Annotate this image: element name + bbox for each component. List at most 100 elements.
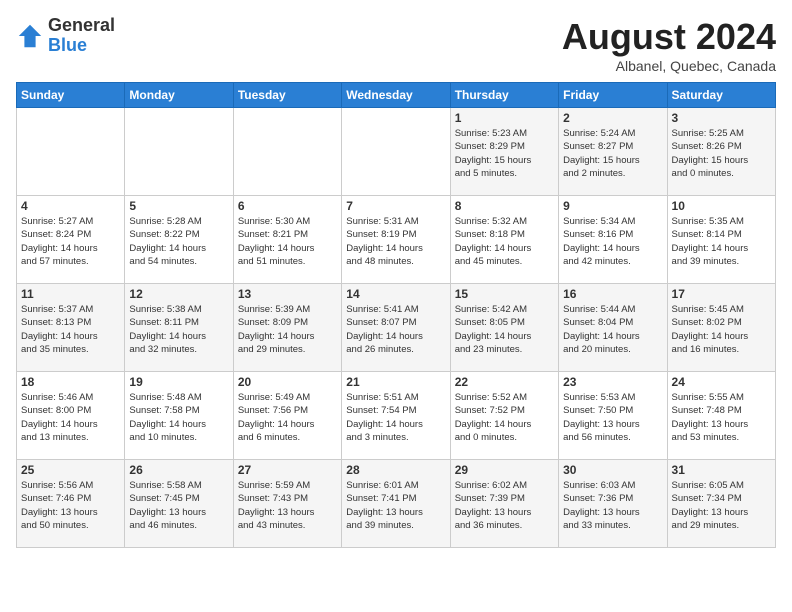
day-info: Sunrise: 6:03 AM Sunset: 7:36 PM Dayligh…	[563, 479, 662, 532]
day-number: 19	[129, 375, 228, 389]
calendar-cell: 16 Sunrise: 5:44 AM Sunset: 8:04 PM Dayli…	[559, 284, 667, 372]
day-info: Sunrise: 5:32 AM Sunset: 8:18 PM Dayligh…	[455, 215, 554, 268]
calendar-cell: 23Sunrise: 5:53 AM Sunset: 7:50 PM Dayli…	[559, 372, 667, 460]
day-info: Sunrise: 5:31 AM Sunset: 8:19 PM Dayligh…	[346, 215, 445, 268]
day-number: 22	[455, 375, 554, 389]
page-header: General Blue August 2024 Albanel, Quebec…	[16, 16, 776, 74]
day-info: Sunrise: 5:37 AM Sunset: 8:13 PM Dayligh…	[21, 303, 120, 356]
calendar-cell: 6 Sunrise: 5:30 AM Sunset: 8:21 PM Daylig…	[233, 196, 341, 284]
day-number: 3	[672, 111, 771, 125]
day-number: 5	[129, 199, 228, 213]
day-number: 27	[238, 463, 337, 477]
calendar-cell: 28 Sunrise: 6:01 AM Sunset: 7:41 PM Dayli…	[342, 460, 450, 548]
calendar-cell: 19Sunrise: 5:48 AM Sunset: 7:58 PM Dayli…	[125, 372, 233, 460]
day-info: Sunrise: 5:52 AM Sunset: 7:52 PM Dayligh…	[455, 391, 554, 444]
calendar-cell: 2Sunrise: 5:24 AM Sunset: 8:27 PM Daylig…	[559, 108, 667, 196]
day-number: 16	[563, 287, 662, 301]
day-info: Sunrise: 5:41 AM Sunset: 8:07 PM Dayligh…	[346, 303, 445, 356]
calendar-cell	[17, 108, 125, 196]
calendar-cell: 31 Sunrise: 6:05 AM Sunset: 7:34 PM Dayli…	[667, 460, 775, 548]
month-year: August 2024	[562, 16, 776, 58]
col-header-sunday: Sunday	[17, 83, 125, 108]
day-info: Sunrise: 5:58 AM Sunset: 7:45 PM Dayligh…	[129, 479, 228, 532]
calendar-cell: 10Sunrise: 5:35 AM Sunset: 8:14 PM Dayli…	[667, 196, 775, 284]
day-number: 28	[346, 463, 445, 477]
day-info: Sunrise: 6:02 AM Sunset: 7:39 PM Dayligh…	[455, 479, 554, 532]
calendar-cell: 22 Sunrise: 5:52 AM Sunset: 7:52 PM Dayli…	[450, 372, 558, 460]
week-row-4: 18Sunrise: 5:46 AM Sunset: 8:00 PM Dayli…	[17, 372, 776, 460]
day-info: Sunrise: 5:56 AM Sunset: 7:46 PM Dayligh…	[21, 479, 120, 532]
calendar-cell: 13 Sunrise: 5:39 AM Sunset: 8:09 PM Dayli…	[233, 284, 341, 372]
day-info: Sunrise: 5:45 AM Sunset: 8:02 PM Dayligh…	[672, 303, 771, 356]
day-number: 11	[21, 287, 120, 301]
logo-general: General	[48, 16, 115, 36]
week-row-3: 11 Sunrise: 5:37 AM Sunset: 8:13 PM Dayli…	[17, 284, 776, 372]
day-number: 30	[563, 463, 662, 477]
day-info: Sunrise: 5:30 AM Sunset: 8:21 PM Dayligh…	[238, 215, 337, 268]
calendar-cell	[125, 108, 233, 196]
calendar-cell: 24Sunrise: 5:55 AM Sunset: 7:48 PM Dayli…	[667, 372, 775, 460]
logo-icon	[16, 22, 44, 50]
header-row: SundayMondayTuesdayWednesdayThursdayFrid…	[17, 83, 776, 108]
week-row-1: 1Sunrise: 5:23 AM Sunset: 8:29 PM Daylig…	[17, 108, 776, 196]
col-header-tuesday: Tuesday	[233, 83, 341, 108]
calendar-cell: 8 Sunrise: 5:32 AM Sunset: 8:18 PM Daylig…	[450, 196, 558, 284]
calendar-cell: 20Sunrise: 5:49 AM Sunset: 7:56 PM Dayli…	[233, 372, 341, 460]
day-info: Sunrise: 6:05 AM Sunset: 7:34 PM Dayligh…	[672, 479, 771, 532]
week-row-2: 4 Sunrise: 5:27 AM Sunset: 8:24 PM Daylig…	[17, 196, 776, 284]
day-info: Sunrise: 5:55 AM Sunset: 7:48 PM Dayligh…	[672, 391, 771, 444]
logo: General Blue	[16, 16, 115, 56]
day-number: 7	[346, 199, 445, 213]
day-number: 4	[21, 199, 120, 213]
day-number: 12	[129, 287, 228, 301]
col-header-wednesday: Wednesday	[342, 83, 450, 108]
day-info: Sunrise: 5:38 AM Sunset: 8:11 PM Dayligh…	[129, 303, 228, 356]
calendar-cell: 9 Sunrise: 5:34 AM Sunset: 8:16 PM Daylig…	[559, 196, 667, 284]
calendar-cell: 21Sunrise: 5:51 AM Sunset: 7:54 PM Dayli…	[342, 372, 450, 460]
calendar-cell: 30 Sunrise: 6:03 AM Sunset: 7:36 PM Dayli…	[559, 460, 667, 548]
day-number: 6	[238, 199, 337, 213]
day-info: Sunrise: 5:39 AM Sunset: 8:09 PM Dayligh…	[238, 303, 337, 356]
day-number: 17	[672, 287, 771, 301]
day-number: 10	[672, 199, 771, 213]
calendar-cell: 25Sunrise: 5:56 AM Sunset: 7:46 PM Dayli…	[17, 460, 125, 548]
calendar-table: SundayMondayTuesdayWednesdayThursdayFrid…	[16, 82, 776, 548]
day-number: 1	[455, 111, 554, 125]
day-info: Sunrise: 5:51 AM Sunset: 7:54 PM Dayligh…	[346, 391, 445, 444]
calendar-cell: 14 Sunrise: 5:41 AM Sunset: 8:07 PM Dayli…	[342, 284, 450, 372]
calendar-cell: 18Sunrise: 5:46 AM Sunset: 8:00 PM Dayli…	[17, 372, 125, 460]
col-header-saturday: Saturday	[667, 83, 775, 108]
col-header-friday: Friday	[559, 83, 667, 108]
logo-blue: Blue	[48, 36, 115, 56]
day-info: Sunrise: 6:01 AM Sunset: 7:41 PM Dayligh…	[346, 479, 445, 532]
day-number: 23	[563, 375, 662, 389]
day-info: Sunrise: 5:44 AM Sunset: 8:04 PM Dayligh…	[563, 303, 662, 356]
day-info: Sunrise: 5:27 AM Sunset: 8:24 PM Dayligh…	[21, 215, 120, 268]
day-info: Sunrise: 5:34 AM Sunset: 8:16 PM Dayligh…	[563, 215, 662, 268]
calendar-cell	[233, 108, 341, 196]
calendar-cell	[342, 108, 450, 196]
calendar-cell: 5Sunrise: 5:28 AM Sunset: 8:22 PM Daylig…	[125, 196, 233, 284]
calendar-cell: 17 Sunrise: 5:45 AM Sunset: 8:02 PM Dayli…	[667, 284, 775, 372]
day-number: 9	[563, 199, 662, 213]
day-info: Sunrise: 5:24 AM Sunset: 8:27 PM Dayligh…	[563, 127, 662, 180]
day-number: 31	[672, 463, 771, 477]
day-number: 8	[455, 199, 554, 213]
day-number: 15	[455, 287, 554, 301]
day-number: 29	[455, 463, 554, 477]
day-info: Sunrise: 5:46 AM Sunset: 8:00 PM Dayligh…	[21, 391, 120, 444]
day-info: Sunrise: 5:25 AM Sunset: 8:26 PM Dayligh…	[672, 127, 771, 180]
day-number: 26	[129, 463, 228, 477]
calendar-cell: 26 Sunrise: 5:58 AM Sunset: 7:45 PM Dayli…	[125, 460, 233, 548]
title-block: August 2024 Albanel, Quebec, Canada	[562, 16, 776, 74]
day-info: Sunrise: 5:59 AM Sunset: 7:43 PM Dayligh…	[238, 479, 337, 532]
calendar-cell: 15 Sunrise: 5:42 AM Sunset: 8:05 PM Dayli…	[450, 284, 558, 372]
calendar-cell: 3 Sunrise: 5:25 AM Sunset: 8:26 PM Daylig…	[667, 108, 775, 196]
location: Albanel, Quebec, Canada	[562, 58, 776, 74]
day-number: 14	[346, 287, 445, 301]
col-header-thursday: Thursday	[450, 83, 558, 108]
day-number: 20	[238, 375, 337, 389]
day-number: 13	[238, 287, 337, 301]
calendar-cell: 1Sunrise: 5:23 AM Sunset: 8:29 PM Daylig…	[450, 108, 558, 196]
day-info: Sunrise: 5:42 AM Sunset: 8:05 PM Dayligh…	[455, 303, 554, 356]
